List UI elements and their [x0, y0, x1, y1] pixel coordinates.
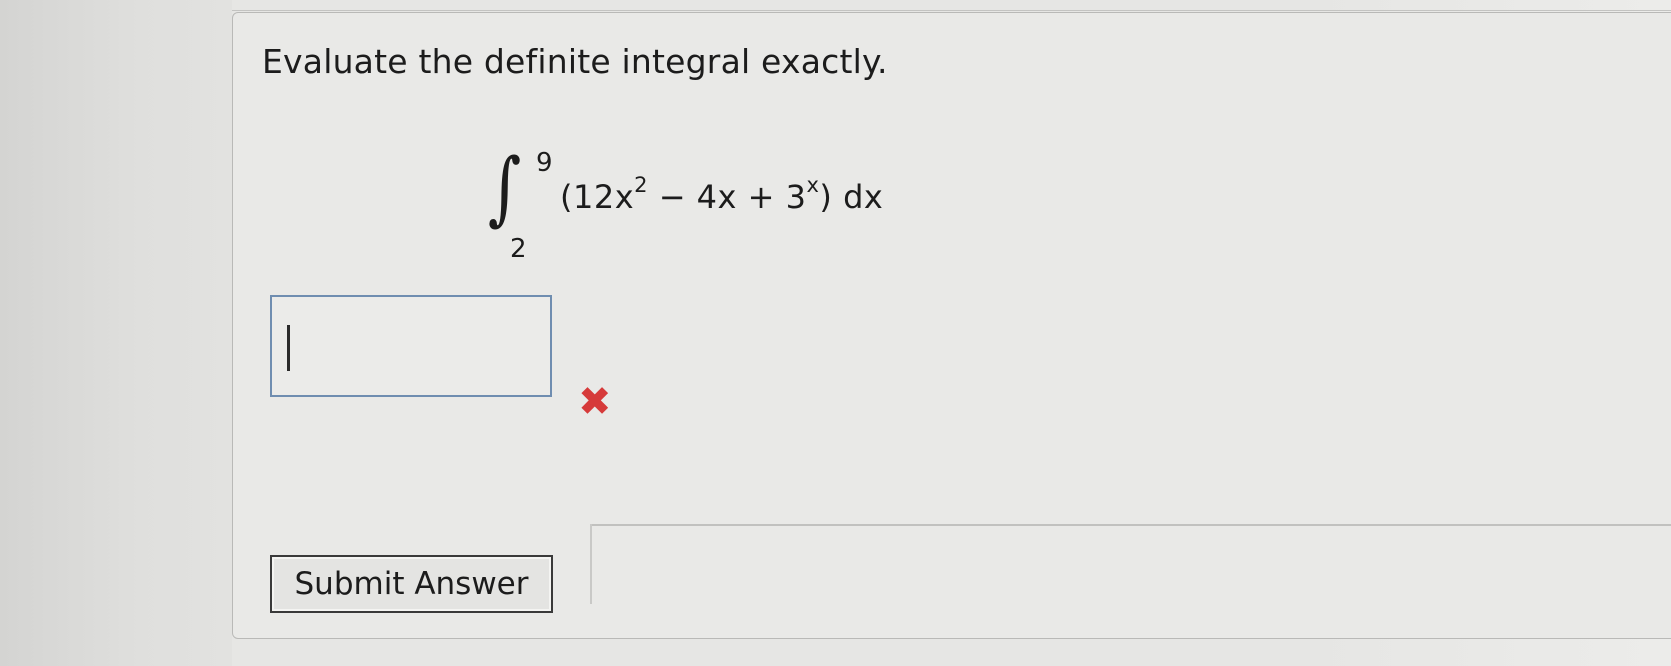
integrand-part-3: ) dx [819, 178, 884, 216]
lower-limit: 2 [510, 234, 527, 264]
integrand-part-2: − 4x + 3 [648, 178, 807, 216]
integrand-part-1: (12x [560, 178, 635, 216]
text-cursor [287, 325, 290, 371]
top-divider [232, 10, 1671, 11]
integral-expression: ∫ 9 2 (12x2 − 4x + 3x) dx [488, 141, 1048, 265]
exponent-2: x [806, 173, 820, 197]
submit-answer-button[interactable]: Submit Answer [270, 555, 553, 613]
question-prompt: Evaluate the definite integral exactly. [262, 42, 888, 81]
upper-limit: 9 [536, 148, 553, 178]
section-divider [590, 524, 1671, 526]
integral-sign: ∫ [488, 141, 522, 234]
background-left [0, 0, 232, 666]
exponent-1: 2 [634, 173, 649, 197]
x-mark-icon: ✖ [578, 379, 612, 425]
answer-input[interactable] [270, 295, 552, 397]
section-divider-vertical [590, 524, 592, 604]
integrand: (12x2 − 4x + 3x) dx [560, 173, 884, 216]
